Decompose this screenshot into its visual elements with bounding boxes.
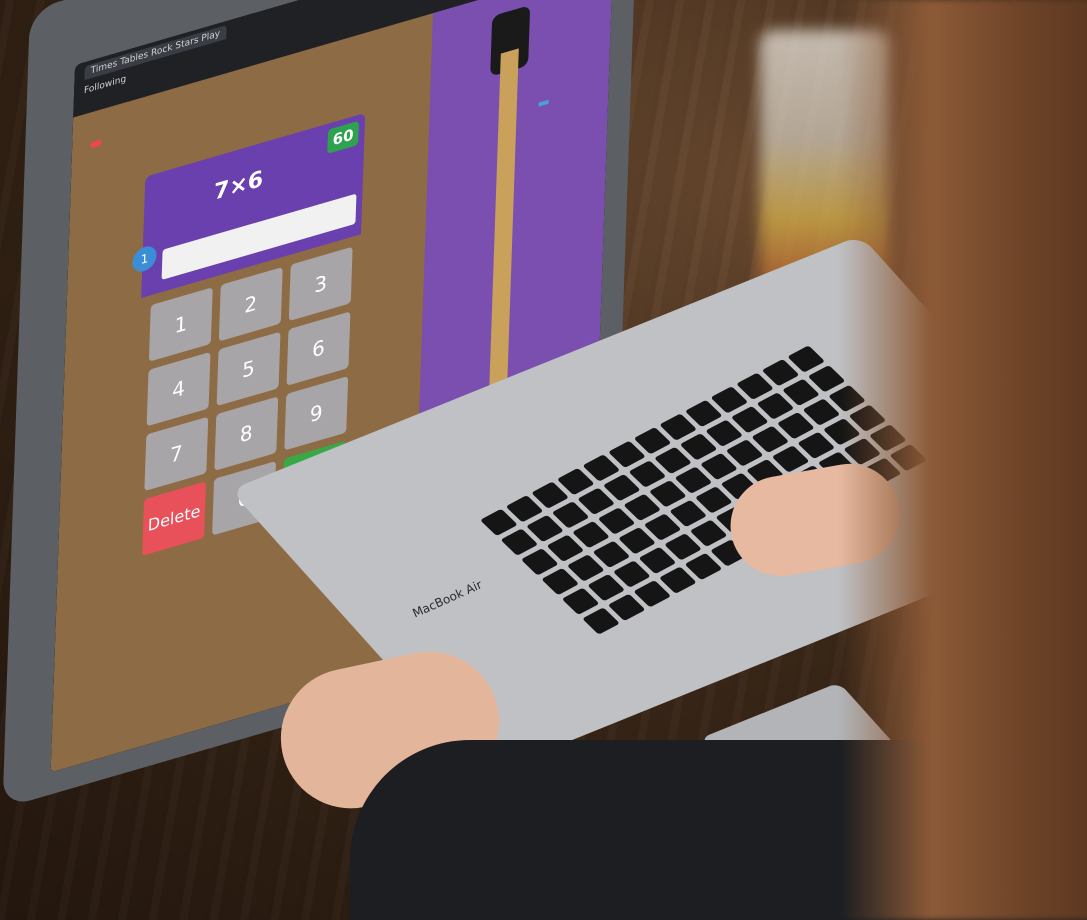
level-badge: 1 — [132, 243, 157, 275]
key-6[interactable]: 6 — [286, 311, 351, 386]
player-name-tag — [538, 99, 549, 107]
hair — [840, 0, 1087, 920]
quit-button[interactable] — [89, 139, 103, 149]
key-8[interactable]: 8 — [214, 396, 279, 471]
key-3[interactable]: 3 — [288, 246, 353, 322]
key-5[interactable]: 5 — [216, 331, 281, 407]
question-text: 7×6 — [213, 166, 264, 206]
timer-badge: 60 — [327, 120, 360, 154]
photo-scene: Times Tables Rock Stars Play Following 7… — [0, 0, 1087, 920]
key-7[interactable]: 7 — [144, 416, 209, 492]
key-2[interactable]: 2 — [218, 266, 283, 342]
delete-button[interactable]: Delete — [142, 481, 207, 556]
key-9[interactable]: 9 — [284, 376, 349, 451]
key-4[interactable]: 4 — [146, 351, 211, 427]
answer-pad: 7×6 60 1 1 2 3 4 5 6 7 8 9 Delete 0 — [127, 112, 366, 702]
key-1[interactable]: 1 — [148, 287, 213, 362]
